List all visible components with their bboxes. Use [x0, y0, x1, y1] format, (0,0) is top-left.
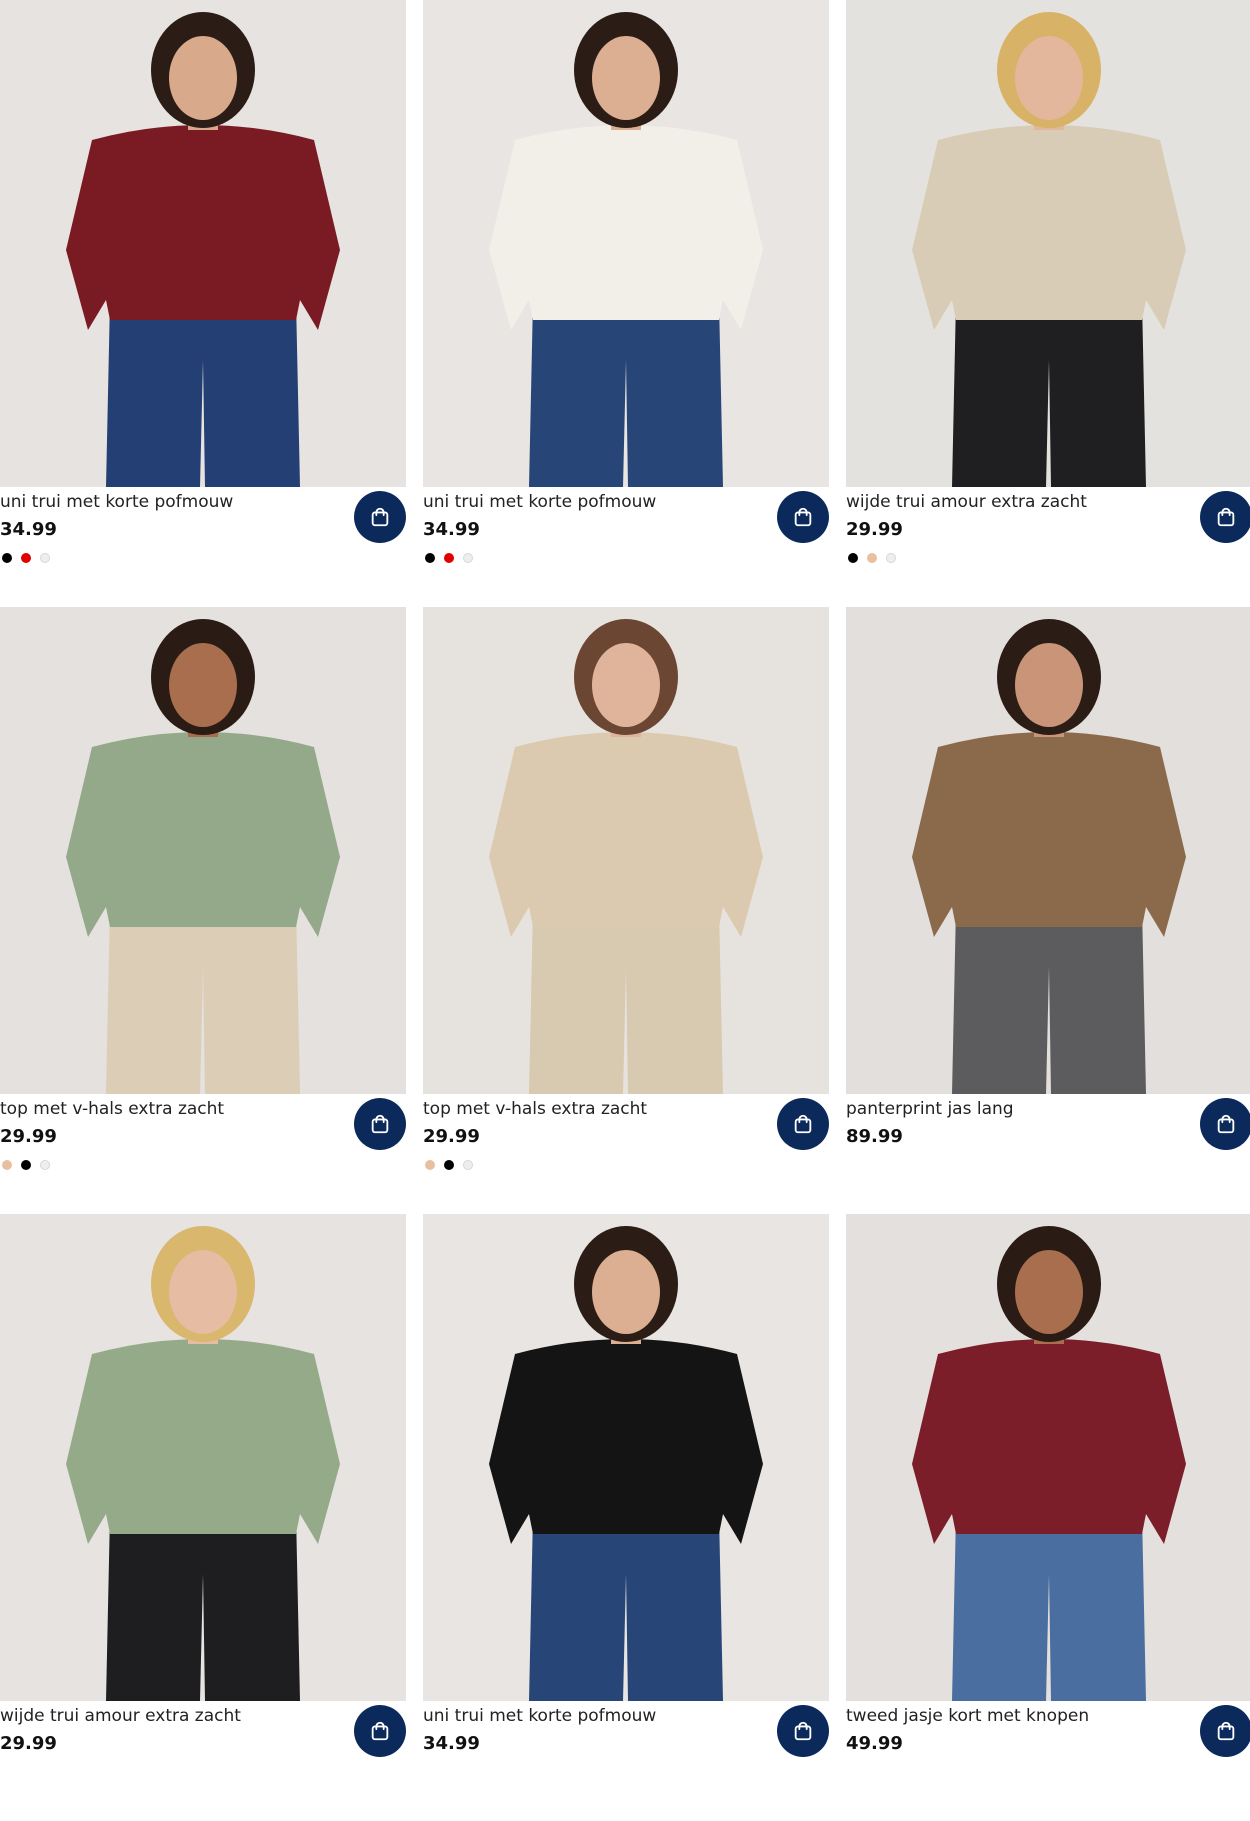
shopping-bag-icon	[792, 506, 814, 528]
color-swatch[interactable]	[40, 1160, 50, 1170]
product-price: 29.99	[0, 1126, 57, 1147]
color-swatch[interactable]	[21, 553, 31, 563]
add-to-cart-button[interactable]	[1200, 491, 1250, 543]
product-image[interactable]	[846, 0, 1250, 487]
add-to-cart-button[interactable]	[354, 1098, 406, 1150]
add-to-cart-button[interactable]	[777, 1098, 829, 1150]
color-swatch[interactable]	[867, 553, 877, 563]
shopping-bag-icon	[369, 1113, 391, 1135]
product-price: 29.99	[423, 1126, 480, 1147]
product-price: 34.99	[423, 519, 480, 540]
color-swatch[interactable]	[444, 553, 454, 563]
product-image[interactable]	[423, 1214, 829, 1701]
add-to-cart-button[interactable]	[1200, 1705, 1250, 1757]
product-price: 34.99	[423, 1733, 480, 1754]
product-image[interactable]	[846, 607, 1250, 1094]
color-swatch[interactable]	[886, 553, 896, 563]
add-to-cart-button[interactable]	[354, 1705, 406, 1757]
color-swatch[interactable]	[40, 553, 50, 563]
color-swatches	[425, 553, 473, 563]
color-swatch[interactable]	[2, 553, 12, 563]
product-card[interactable]: wijde trui amour extra zacht 29.99	[846, 0, 1250, 607]
color-swatch[interactable]	[463, 553, 473, 563]
product-card[interactable]: uni trui met korte pofmouw 34.99	[423, 1214, 829, 1821]
product-name[interactable]: top met v-hals extra zacht	[423, 1098, 647, 1120]
product-name[interactable]: wijde trui amour extra zacht	[846, 491, 1087, 513]
product-price: 34.99	[0, 519, 57, 540]
product-image[interactable]	[846, 1214, 1250, 1701]
shopping-bag-icon	[792, 1720, 814, 1742]
color-swatches	[2, 553, 50, 563]
product-grid: uni trui met korte pofmouw 34.99 uni trui…	[0, 0, 1250, 1821]
color-swatch[interactable]	[463, 1160, 473, 1170]
product-price: 29.99	[0, 1733, 57, 1754]
add-to-cart-button[interactable]	[1200, 1098, 1250, 1150]
product-image[interactable]	[0, 607, 406, 1094]
color-swatches	[848, 553, 896, 563]
product-price: 49.99	[846, 1733, 903, 1754]
shopping-bag-icon	[369, 506, 391, 528]
product-price: 29.99	[846, 519, 903, 540]
product-card[interactable]: top met v-hals extra zacht 29.99	[0, 607, 406, 1214]
product-name[interactable]: panterprint jas lang	[846, 1098, 1014, 1120]
color-swatch[interactable]	[2, 1160, 12, 1170]
shopping-bag-icon	[792, 1113, 814, 1135]
product-image[interactable]	[0, 0, 406, 487]
product-name[interactable]: uni trui met korte pofmouw	[423, 491, 656, 513]
product-image[interactable]	[423, 607, 829, 1094]
product-price: 89.99	[846, 1126, 903, 1147]
shopping-bag-icon	[1215, 1720, 1237, 1742]
color-swatch[interactable]	[21, 1160, 31, 1170]
add-to-cart-button[interactable]	[777, 1705, 829, 1757]
color-swatch[interactable]	[848, 553, 858, 563]
product-card[interactable]: panterprint jas lang 89.99	[846, 607, 1250, 1214]
product-name[interactable]: uni trui met korte pofmouw	[0, 491, 233, 513]
color-swatch[interactable]	[444, 1160, 454, 1170]
add-to-cart-button[interactable]	[777, 491, 829, 543]
add-to-cart-button[interactable]	[354, 491, 406, 543]
product-card[interactable]: tweed jasje kort met knopen 49.99	[846, 1214, 1250, 1821]
product-image[interactable]	[423, 0, 829, 487]
color-swatch[interactable]	[425, 1160, 435, 1170]
color-swatches	[2, 1160, 50, 1170]
product-card[interactable]: wijde trui amour extra zacht 29.99	[0, 1214, 406, 1821]
product-card[interactable]: uni trui met korte pofmouw 34.99	[0, 0, 406, 607]
product-card[interactable]: uni trui met korte pofmouw 34.99	[423, 0, 829, 607]
shopping-bag-icon	[1215, 1113, 1237, 1135]
shopping-bag-icon	[1215, 506, 1237, 528]
shopping-bag-icon	[369, 1720, 391, 1742]
product-image[interactable]	[0, 1214, 406, 1701]
color-swatch[interactable]	[425, 553, 435, 563]
product-name[interactable]: top met v-hals extra zacht	[0, 1098, 224, 1120]
product-card[interactable]: top met v-hals extra zacht 29.99	[423, 607, 829, 1214]
color-swatches	[425, 1160, 473, 1170]
